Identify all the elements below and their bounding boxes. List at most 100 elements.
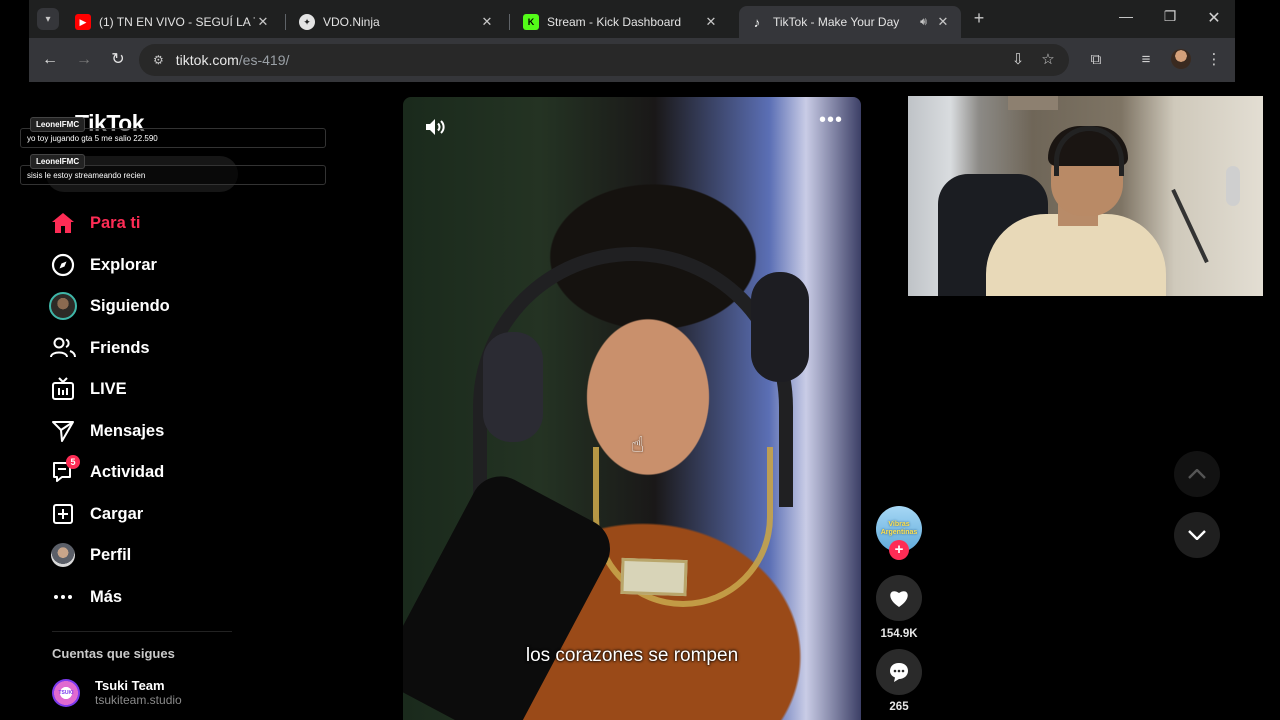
following-avatar-icon (48, 291, 78, 321)
video-player[interactable]: ••• ☝ los corazones se rompen (403, 97, 861, 720)
install-app-icon[interactable]: ⇩ (1007, 49, 1029, 71)
close-tab-icon[interactable]: ✕ (703, 14, 719, 30)
reload-button[interactable]: ↻ (107, 49, 129, 71)
live-tv-icon (48, 374, 78, 404)
sidebar-item-label: Para ti (90, 213, 141, 232)
sidebar-item-cargar[interactable]: Cargar (48, 499, 248, 529)
back-button[interactable]: ← (39, 49, 61, 71)
account-avatar: TSUKI (52, 678, 80, 707)
sidebar-item-label: Explorar (90, 255, 157, 274)
sidebar-item-label: Más (90, 587, 123, 606)
chevron-up-icon (1188, 469, 1206, 479)
minimize-button[interactable]: — (1111, 8, 1141, 24)
kick-icon: K (523, 14, 539, 30)
chat-username: LeonelFMC (30, 117, 86, 132)
compass-icon (48, 250, 78, 280)
webcam-person-body (986, 214, 1166, 296)
tab-tiktok[interactable]: ♪ TikTok - Make Your Day 🔊︎ ✕ (739, 6, 961, 38)
tab-separator (285, 14, 286, 30)
heart-icon (890, 591, 908, 607)
video-headphone-cup (483, 332, 543, 442)
followed-account[interactable]: TSUKI Tsuki Team tsukiteam.studio (52, 678, 182, 707)
profile-avatar-icon (48, 540, 78, 570)
sidebar-item-mas[interactable]: Más (48, 582, 248, 612)
restore-button[interactable]: ❐ (1155, 8, 1185, 25)
video-caption: los corazones se rompen (525, 645, 739, 666)
send-icon (48, 416, 78, 446)
tab-title: (1) TN EN VIVO - SEGUÍ LA TRA (99, 15, 255, 29)
tab-vdo-ninja[interactable]: ✦ VDO.Ninja ✕ (289, 6, 505, 38)
next-video-button[interactable] (1174, 512, 1220, 558)
address-bar[interactable]: ⚙ tiktok.com/es-419/ (139, 44, 1069, 76)
browser-menu-icon[interactable]: ⋮ (1203, 49, 1225, 71)
browser-window: ▾ ▶ (1) TN EN VIVO - SEGUÍ LA TRA ✕ ✦ VD… (29, 0, 1235, 82)
chevron-down-icon (1188, 530, 1206, 540)
chat-message-text: sisis le estoy streameando recien (27, 171, 146, 180)
like-count: 154.9K (880, 628, 918, 640)
browser-toolbar: ← → ↻ ⚙ tiktok.com/es-419/ ⇩ ☆ ⧉ ≡ ⋮ (29, 38, 1235, 82)
close-tab-icon[interactable]: ✕ (935, 14, 951, 30)
previous-video-button[interactable] (1174, 451, 1220, 497)
account-handle: tsukiteam.studio (95, 693, 182, 707)
sidebar-item-live[interactable]: LIVE (48, 374, 248, 404)
youtube-icon: ▶ (75, 14, 91, 30)
site-info-icon[interactable]: ⚙ (153, 53, 164, 67)
new-tab-button[interactable]: + (967, 8, 991, 29)
sidebar-item-actividad[interactable]: 5 Actividad (48, 455, 248, 487)
following-section-title: Cuentas que sigues (52, 646, 175, 661)
avatar-text: TSUKI (58, 689, 74, 696)
like-button[interactable] (876, 575, 922, 621)
sidebar-item-label: Friends (90, 338, 150, 357)
sidebar-item-label: Siguiendo (90, 296, 170, 315)
upload-plus-icon (48, 499, 78, 529)
sidebar-item-label: LIVE (90, 379, 127, 398)
close-window-button[interactable]: ✕ (1199, 8, 1229, 28)
sidebar-divider (52, 631, 232, 632)
webcam-microphone (1226, 166, 1240, 206)
account-name: Tsuki Team (95, 678, 165, 693)
sidebar-item-explorar[interactable]: Explorar (48, 250, 248, 280)
comment-icon (890, 663, 908, 682)
tiktok-icon: ♪ (753, 14, 761, 30)
tab-title: VDO.Ninja (323, 15, 380, 29)
tab-kick-dashboard[interactable]: K Stream - Kick Dashboard ✕ (513, 6, 729, 38)
extensions-puzzle-icon[interactable]: ⧉ (1085, 49, 1107, 71)
url-path: /es-419/ (238, 52, 290, 68)
sidebar-item-label: Cargar (90, 504, 144, 523)
bookmark-star-icon[interactable]: ☆ (1037, 49, 1059, 71)
home-icon (48, 208, 78, 238)
speaker-icon[interactable]: 🔊︎ (920, 16, 927, 29)
hand-cursor-icon: ☝ (631, 432, 645, 457)
volume-icon[interactable] (423, 115, 447, 139)
chat-message-text: yo toy jugando gta 5 me salio 22.590 (27, 134, 158, 143)
video-more-icon[interactable]: ••• (819, 110, 843, 130)
tab-youtube[interactable]: ▶ (1) TN EN VIVO - SEGUÍ LA TRA ✕ (65, 6, 281, 38)
media-control-icon[interactable]: ≡ (1135, 49, 1157, 71)
sidebar-item-label: Perfil (90, 545, 132, 564)
forward-button[interactable]: → (73, 49, 95, 71)
follow-plus-icon[interactable]: + (889, 540, 909, 560)
webcam-overlay (908, 96, 1263, 296)
creator-avatar-text: Vibras Argentinas (880, 521, 918, 536)
more-dots-icon (48, 582, 78, 612)
tab-strip: ▾ ▶ (1) TN EN VIVO - SEGUÍ LA TRA ✕ ✦ VD… (29, 0, 1235, 38)
sidebar-item-siguiendo[interactable]: Siguiendo (48, 291, 248, 321)
webcam-mic-arm (1171, 188, 1209, 264)
tab-separator (509, 14, 510, 30)
ninja-star-icon: ✦ (299, 14, 315, 30)
chat-username: LeonelFMC (30, 154, 86, 169)
sidebar-item-label: Actividad (90, 462, 165, 481)
sidebar-item-para-ti[interactable]: Para ti (48, 208, 248, 238)
sidebar-item-mensajes[interactable]: Mensajes (48, 416, 248, 446)
video-pendant (620, 557, 688, 597)
tab-search-button[interactable]: ▾ (37, 8, 59, 30)
tab-title: TikTok - Make Your Day (773, 15, 900, 29)
sidebar-item-friends[interactable]: Friends (48, 333, 248, 363)
url-host: tiktok.com (175, 52, 239, 68)
notification-badge: 5 (66, 455, 80, 469)
close-tab-icon[interactable]: ✕ (255, 14, 271, 30)
close-tab-icon[interactable]: ✕ (479, 14, 495, 30)
comment-button[interactable] (876, 649, 922, 695)
sidebar-item-perfil[interactable]: Perfil (48, 540, 248, 570)
profile-avatar[interactable] (1171, 49, 1191, 69)
